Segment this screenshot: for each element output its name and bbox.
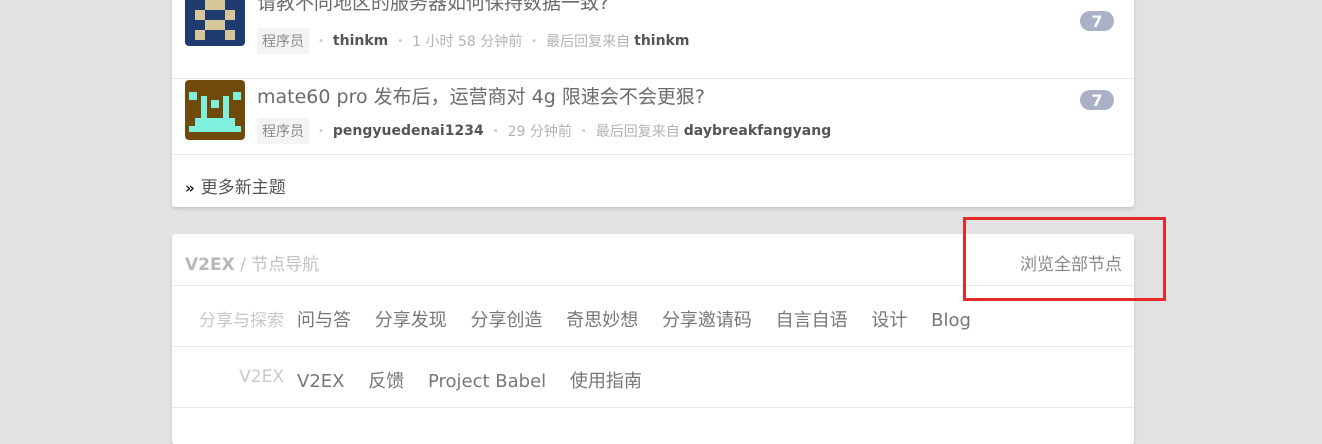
brand-link[interactable]: V2EX [185,255,235,275]
topic-time: 1 小时 58 分钟前 [412,34,523,50]
dot-separator: • [318,125,324,137]
last-reply-label: 最后回复来自 [546,34,631,50]
last-reply-user[interactable]: thinkm [634,33,689,49]
node-links: 问与答 分享发现 分享创造 奇思妙想 分享邀请码 自言自语 设计 Blog [297,306,989,332]
node-tag[interactable]: 程序员 [257,118,309,144]
dot-separator: • [492,125,499,137]
topic-author[interactable]: pengyuedenai1234 [333,123,484,139]
node-link[interactable]: 设计 [871,310,907,331]
topic-time: 29 分钟前 [507,124,572,140]
reply-count-badge[interactable]: 7 [1080,90,1114,110]
topic-title[interactable]: 请教不同地区的服务器如何保持数据一致? [257,0,609,15]
topic-meta: 程序员 • thinkm • 1 小时 58 分钟前 • 最后回复来自 thin… [257,28,689,54]
user-avatar[interactable] [185,0,245,46]
node-link[interactable]: 分享创造 [470,310,542,331]
node-link[interactable]: Project Babel [428,371,546,392]
topic-meta: 程序员 • pengyuedenai1234 • 29 分钟前 • 最后回复来自… [257,118,831,144]
more-topics-link[interactable]: » 更多新主题 [185,173,286,198]
topic-item: mate60 pro 发布后，运营商对 4g 限速会不会更狠? 程序员 • pe… [172,66,1134,155]
node-link[interactable]: 反馈 [368,371,404,392]
node-link[interactable]: 自言自语 [776,310,848,331]
node-link[interactable]: V2EX [297,371,344,392]
double-arrow-icon: » [185,179,195,197]
node-links: V2EX 反馈 Project Babel 使用指南 [297,367,660,393]
dot-separator: • [397,35,404,47]
node-tag[interactable]: 程序员 [257,28,309,54]
node-link[interactable]: 使用指南 [570,371,642,392]
node-category-row: V2EX V2EX 反馈 Project Babel 使用指南 [172,347,1134,408]
more-topics-label: 更多新主题 [200,178,286,198]
node-navigation-title: V2EX / 节点导航 [185,250,319,275]
latest-topics-panel: 请教不同地区的服务器如何保持数据一致? 程序员 • thinkm • 1 小时 … [172,0,1134,207]
node-link[interactable]: 问与答 [297,310,351,331]
last-reply-label: 最后回复来自 [595,124,680,140]
dot-separator: • [580,125,587,137]
section-title: / 节点导航 [240,255,320,275]
node-link[interactable]: 奇思妙想 [566,310,638,331]
dot-separator: • [318,35,324,47]
category-label: 分享与探索 [199,311,284,331]
topic-author[interactable]: thinkm [333,33,388,49]
user-avatar[interactable] [185,80,245,140]
node-link[interactable]: Blog [931,310,971,331]
reply-count-badge[interactable]: 7 [1080,11,1114,31]
dot-separator: • [531,35,538,47]
category-label: V2EX [239,367,284,387]
annotation-highlight-box [963,217,1166,301]
topic-title[interactable]: mate60 pro 发布后，运营商对 4g 限速会不会更狠? [257,82,705,109]
node-link[interactable]: 分享发现 [375,310,447,331]
node-link[interactable]: 分享邀请码 [662,310,752,331]
last-reply-user[interactable]: daybreakfangyang [684,123,831,139]
